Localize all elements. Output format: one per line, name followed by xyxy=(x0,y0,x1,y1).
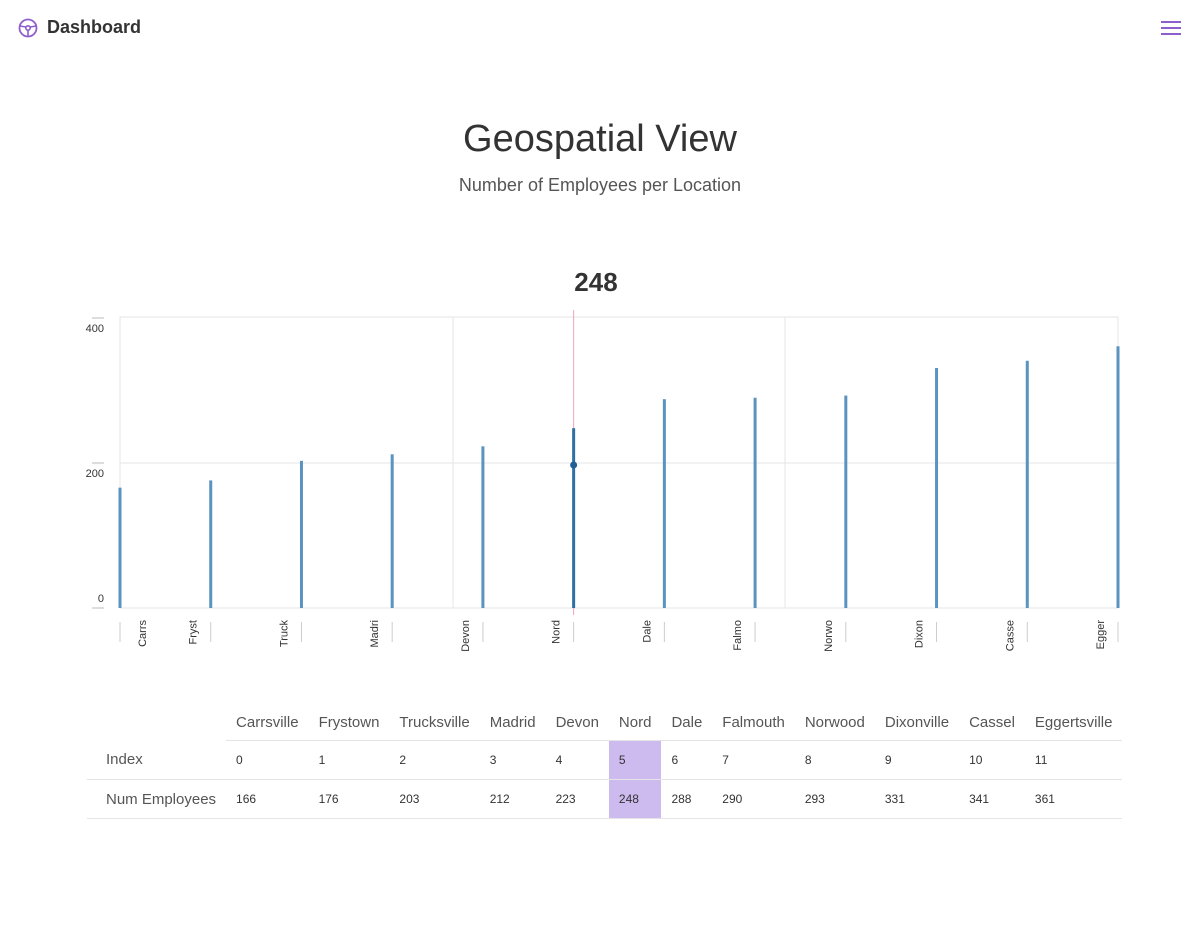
table-cell[interactable]: 8 xyxy=(794,740,875,780)
x-tick-label: Devon xyxy=(460,620,472,652)
x-tick-label: Truck xyxy=(278,620,290,648)
bar-dixon[interactable] xyxy=(935,368,939,608)
y-tick-label: 200 xyxy=(86,468,104,480)
x-tick-label: Egger xyxy=(1095,620,1107,650)
table-row: Index 0 1 2 3 4 5 6 7 8 9 10 11 xyxy=(87,740,1123,780)
steering-wheel-icon[interactable] xyxy=(18,18,38,38)
bar-dale[interactable] xyxy=(662,399,666,608)
column-header[interactable]: Madrid xyxy=(479,704,546,741)
app-title[interactable]: Dashboard xyxy=(47,17,141,38)
column-header[interactable]: Trucksville xyxy=(389,704,480,741)
x-tick-label: Fryst xyxy=(188,620,200,644)
column-header[interactable]: Nord xyxy=(608,704,662,741)
table-cell-highlighted[interactable]: 248 xyxy=(608,779,662,819)
column-header[interactable]: Cassel xyxy=(959,704,1025,741)
table-cell[interactable]: 293 xyxy=(794,779,875,819)
table-cell[interactable]: 361 xyxy=(1024,779,1123,819)
column-header[interactable]: Eggertsville xyxy=(1024,704,1123,741)
table-cell-highlighted[interactable]: 5 xyxy=(608,740,662,780)
table-cell[interactable]: 1 xyxy=(308,740,390,780)
row-header: Num Employees xyxy=(87,779,227,819)
bar-truck[interactable] xyxy=(299,460,303,608)
column-header[interactable]: Norwood xyxy=(794,704,875,741)
row-header: Index xyxy=(87,740,227,780)
table-cell[interactable]: 223 xyxy=(545,779,609,819)
x-tick-label: Dale xyxy=(641,620,653,643)
table-cell[interactable]: 3 xyxy=(479,740,546,780)
hover-point xyxy=(570,461,578,469)
table-cell[interactable]: 176 xyxy=(308,779,390,819)
bar-egger[interactable] xyxy=(1116,346,1120,608)
x-tick-label: Falmo xyxy=(732,620,744,651)
table-header-row: Carrsville Frystown Trucksville Madrid Devon… xyxy=(87,704,1123,741)
table-cell[interactable]: 341 xyxy=(959,779,1025,819)
table-cell[interactable]: 212 xyxy=(479,779,546,819)
column-header[interactable]: Dixonville xyxy=(874,704,960,741)
hamburger-menu-icon[interactable] xyxy=(1158,16,1184,40)
x-tick-label: Norwo xyxy=(823,620,835,652)
employees-bar-chart[interactable]: 0 200 400 Carrs Fryst Truck Madri Devon Nord Dale… xyxy=(0,300,1200,660)
column-header[interactable]: Devon xyxy=(545,704,609,741)
table-cell[interactable]: 9 xyxy=(874,740,960,780)
table-cell[interactable]: 288 xyxy=(661,779,713,819)
column-header[interactable]: Carrsville xyxy=(226,704,309,741)
table-cell[interactable]: 7 xyxy=(712,740,795,780)
top-bar: Dashboard xyxy=(0,0,1200,56)
bar-norwo[interactable] xyxy=(844,395,848,608)
table-cell[interactable]: 203 xyxy=(389,779,480,819)
bar-carrs[interactable] xyxy=(118,487,122,608)
data-table: Carrsville Frystown Trucksville Madrid Devon… xyxy=(87,704,1123,819)
table-cell[interactable]: 2 xyxy=(389,740,480,780)
bar-fryst[interactable] xyxy=(209,480,213,608)
page-title: Geospatial View xyxy=(463,118,737,160)
bar-nord[interactable] xyxy=(572,428,576,608)
table-cell[interactable]: 11 xyxy=(1024,740,1123,780)
table-row: Num Employees 166 176 203 212 223 248 288 290 293… xyxy=(87,779,1123,819)
bar-casse[interactable] xyxy=(1025,360,1029,608)
bar-falmo[interactable] xyxy=(753,397,757,608)
table-cell[interactable]: 166 xyxy=(226,779,309,819)
page-subtitle: Number of Employees per Location xyxy=(458,175,742,195)
x-tick-label: Casse xyxy=(1004,620,1016,651)
table-cell[interactable]: 0 xyxy=(226,740,309,780)
x-tick-label: Nord xyxy=(551,620,563,644)
x-tick-label: Carrs xyxy=(137,620,149,647)
table-cell[interactable]: 290 xyxy=(712,779,795,819)
table-corner xyxy=(87,704,226,741)
bar-madri[interactable] xyxy=(390,454,394,608)
y-tick-label: 0 xyxy=(98,593,104,605)
column-header[interactable]: Dale xyxy=(661,704,713,741)
table-cell[interactable]: 6 xyxy=(661,740,713,780)
table-cell[interactable]: 10 xyxy=(959,740,1025,780)
bar-devon[interactable] xyxy=(481,446,485,608)
x-tick-label: Madri xyxy=(369,620,381,648)
table-cell[interactable]: 331 xyxy=(874,779,960,819)
x-tick-label: Dixon xyxy=(914,620,926,648)
selected-value-label: 248 xyxy=(574,267,618,297)
table-cell[interactable]: 4 xyxy=(545,740,609,780)
column-header[interactable]: Falmouth xyxy=(712,704,795,741)
column-header[interactable]: Frystown xyxy=(308,704,390,741)
y-tick-label: 400 xyxy=(86,323,104,335)
